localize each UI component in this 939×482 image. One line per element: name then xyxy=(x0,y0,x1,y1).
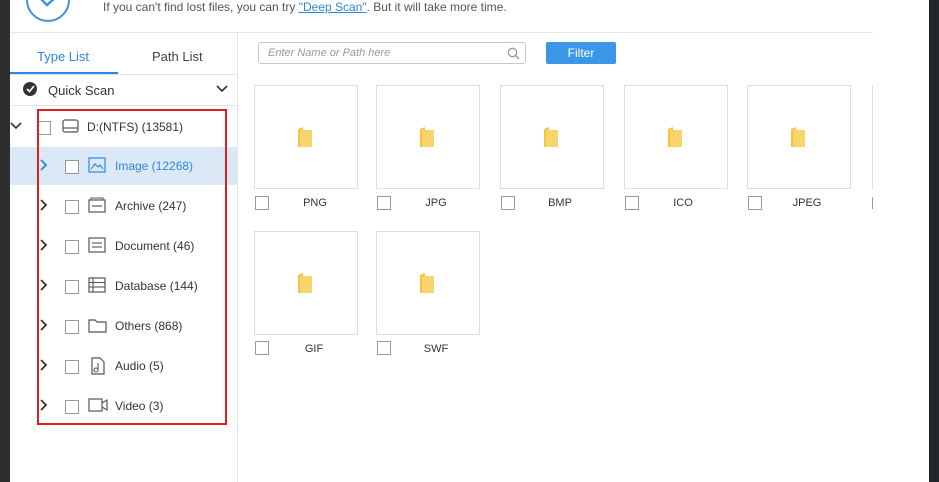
document-label: Document (46) xyxy=(115,239,195,253)
top-bar: If you can't find lost files, you can tr… xyxy=(10,0,873,33)
tile-label-swf: SWF xyxy=(423,343,449,355)
deep-scan-link[interactable]: "Deep Scan" xyxy=(299,0,367,14)
video-checkbox[interactable] xyxy=(65,400,79,414)
archive-icon xyxy=(88,197,106,213)
audio-icon xyxy=(91,357,105,375)
folder-icon xyxy=(791,127,805,147)
others-label: Others (868) xyxy=(115,319,183,333)
others-checkbox[interactable] xyxy=(65,320,79,334)
chevron-right-icon[interactable] xyxy=(40,239,48,251)
database-label: Database (144) xyxy=(115,279,198,293)
file-type-tile-jpeg[interactable] xyxy=(747,85,851,189)
drive-icon xyxy=(62,119,79,133)
check-icon xyxy=(40,0,55,7)
tree-item-video[interactable]: Video (3) xyxy=(10,387,237,425)
drive-checkbox[interactable] xyxy=(37,121,51,135)
chevron-right-icon[interactable] xyxy=(40,199,48,211)
folder-icon xyxy=(298,127,312,147)
tile-label-png: PNG xyxy=(303,197,327,209)
partial-tile-checkbox xyxy=(872,197,875,209)
quick-scan-selector[interactable]: Quick Scan xyxy=(10,75,237,106)
tile-label-gif: GIF xyxy=(304,343,324,355)
search-placeholder: Enter Name or Path here xyxy=(268,47,391,59)
partial-tile-edge xyxy=(872,85,875,189)
tree-item-document[interactable]: Document (46) xyxy=(10,227,237,265)
filter-button[interactable]: Filter xyxy=(546,42,616,64)
tree-item-others[interactable]: Others (868) xyxy=(10,307,237,345)
database-checkbox[interactable] xyxy=(65,280,79,294)
folder-icon xyxy=(88,319,107,333)
tree-item-archive[interactable]: Archive (247) xyxy=(10,187,237,225)
audio-checkbox[interactable] xyxy=(65,360,79,374)
file-type-tile-jpg[interactable] xyxy=(376,85,480,189)
audio-label: Audio (5) xyxy=(115,359,164,373)
database-icon xyxy=(88,277,106,293)
file-type-tile-bmp[interactable] xyxy=(500,85,604,189)
video-icon xyxy=(88,398,108,412)
drive-label: D:(NTFS) (13581) xyxy=(87,120,184,134)
image-label: Image (12268) xyxy=(115,159,194,173)
archive-label: Archive (247) xyxy=(115,199,187,213)
chevron-right-icon[interactable] xyxy=(40,159,48,171)
sidebar: Type List Path List Quick Scan D:(NTFS) … xyxy=(10,33,238,482)
right-background-strip xyxy=(873,0,939,482)
folder-icon xyxy=(668,127,682,147)
image-icon xyxy=(88,157,106,173)
tree-root-drive[interactable]: D:(NTFS) (13581) xyxy=(10,108,237,146)
scan-status-logo xyxy=(26,0,70,22)
folder-icon xyxy=(298,273,312,293)
list-tabs: Type List Path List xyxy=(10,33,237,75)
chevron-right-icon[interactable] xyxy=(40,359,48,371)
deep-scan-hint: If you can't find lost files, you can tr… xyxy=(103,0,507,14)
folder-icon xyxy=(420,127,434,147)
file-browser-pane: Enter Name or Path here Filter PNG JPG B… xyxy=(238,33,873,482)
tile-label-ico: ICO xyxy=(673,197,693,209)
archive-checkbox[interactable] xyxy=(65,200,79,214)
folder-icon xyxy=(420,273,434,293)
file-type-tile-ico[interactable] xyxy=(624,85,728,189)
tile-label-jpg: JPG xyxy=(425,197,447,209)
tree-item-image[interactable]: Image (12268) xyxy=(10,147,237,185)
hint-suffix: . But it will take more time. xyxy=(366,0,507,14)
file-type-tile-gif[interactable] xyxy=(254,231,358,335)
file-type-tile-png[interactable] xyxy=(254,85,358,189)
tile-label-bmp: BMP xyxy=(548,197,572,209)
search-icon[interactable] xyxy=(507,47,520,60)
tree-item-database[interactable]: Database (144) xyxy=(10,267,237,305)
chevron-right-icon[interactable] xyxy=(40,279,48,291)
recovery-app-window: If you can't find lost files, you can tr… xyxy=(10,0,873,482)
file-type-tile-swf[interactable] xyxy=(376,231,480,335)
document-icon xyxy=(88,237,106,253)
document-checkbox[interactable] xyxy=(65,240,79,254)
tab-type-list[interactable]: Type List xyxy=(37,49,89,64)
video-label: Video (3) xyxy=(115,399,164,413)
image-checkbox[interactable] xyxy=(65,160,79,174)
tile-label-jpeg: JPEG xyxy=(792,197,822,209)
tab-path-list[interactable]: Path List xyxy=(152,49,203,64)
hint-prefix: If you can't find lost files, you can tr… xyxy=(103,0,299,14)
folder-icon xyxy=(544,127,558,147)
quick-scan-label: Quick Scan xyxy=(48,83,115,98)
chevron-down-icon[interactable] xyxy=(10,122,22,130)
chevron-right-icon[interactable] xyxy=(40,319,48,331)
left-background-strip xyxy=(0,0,10,482)
tree-item-audio[interactable]: Audio (5) xyxy=(10,347,237,385)
chevron-down-icon[interactable] xyxy=(216,85,228,93)
chevron-right-icon[interactable] xyxy=(40,399,48,411)
search-input[interactable]: Enter Name or Path here xyxy=(258,42,526,64)
scan-complete-icon xyxy=(23,82,37,96)
